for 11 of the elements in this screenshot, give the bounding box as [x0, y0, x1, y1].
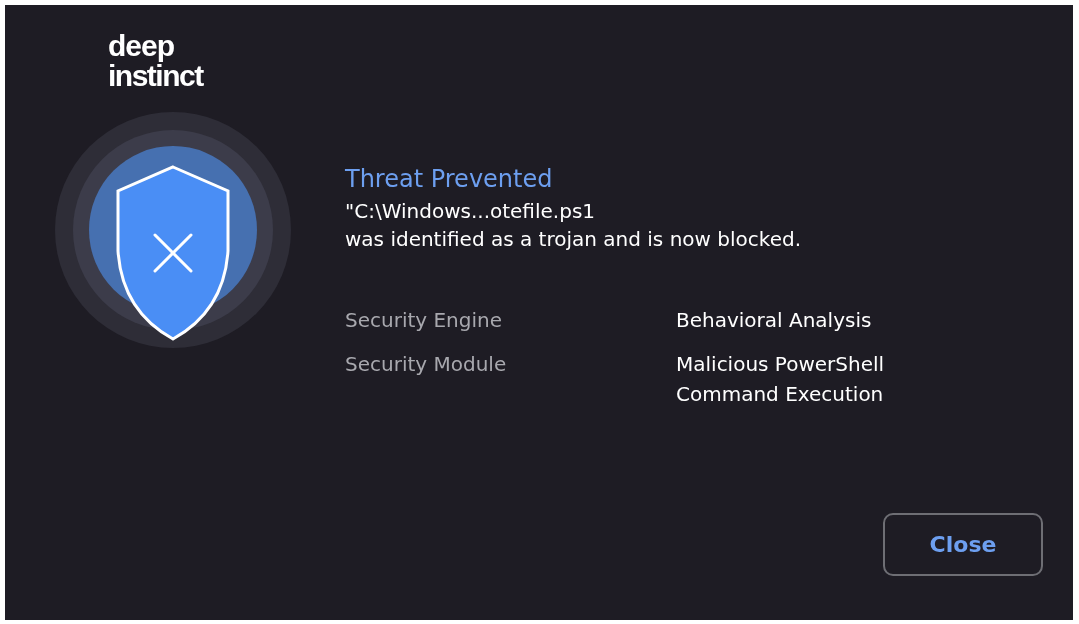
detail-value: Behavioral Analysis [676, 307, 873, 334]
detail-label: Security Engine [345, 307, 504, 334]
close-button[interactable]: Close [883, 513, 1043, 576]
logo-text: instinct [108, 61, 203, 91]
alert-message: was identified as a trojan and is now blocked. [345, 226, 802, 253]
shield-icon [54, 111, 292, 349]
logo-text: deep [108, 31, 175, 61]
detail-label: Security Module [345, 351, 508, 378]
alert-title: Threat Prevented [345, 165, 554, 193]
file-path: "C:\Windows...otefile.ps1 [345, 198, 597, 225]
detail-value: Malicious PowerShell Command Execution [676, 351, 886, 408]
